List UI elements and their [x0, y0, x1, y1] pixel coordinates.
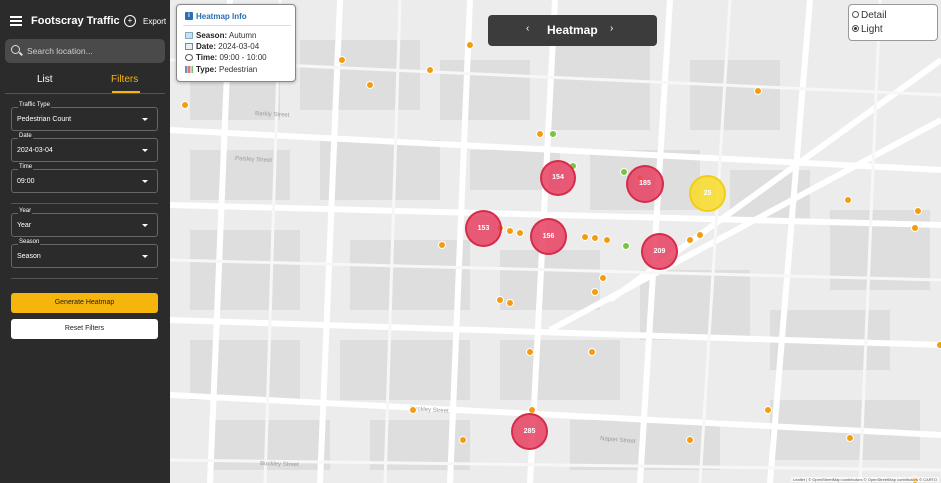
cluster-marker[interactable]: 209 — [641, 233, 678, 270]
time-label: Time — [18, 164, 34, 170]
cluster-marker[interactable]: 25 — [689, 175, 726, 212]
info-type-row: Type: Pedestrian — [185, 65, 257, 74]
map-attribution[interactable]: Leaflet | © OpenStreetMap contributors ©… — [790, 477, 939, 482]
divider — [183, 25, 291, 26]
cluster-marker[interactable]: 154 — [540, 160, 576, 196]
traffic-type-select[interactable]: Traffic Type Pedestrian Count — [11, 102, 158, 131]
layer-control: Detail Light — [848, 4, 938, 41]
info-icon: i — [185, 12, 193, 20]
chevron-down-icon — [142, 118, 148, 121]
chevron-left-icon[interactable]: ‹ — [526, 23, 529, 34]
layer-option-detail[interactable]: Detail — [852, 10, 887, 21]
info-type-key: Type: — [196, 65, 217, 74]
tab-filters[interactable]: Filters — [111, 74, 138, 85]
cluster-marker[interactable]: 153 — [465, 210, 502, 247]
heatmap-info-panel: i Heatmap Info Season: Autumn Date: 2024… — [176, 4, 296, 82]
menu-icon[interactable] — [10, 16, 22, 26]
radio-icon[interactable] — [852, 11, 859, 18]
info-time-key: Time: — [196, 53, 218, 62]
info-date-key: Date: — [196, 42, 217, 51]
clock-icon — [185, 54, 193, 61]
traffic-type-value: Pedestrian Count — [17, 116, 72, 123]
bar-chart-icon — [185, 66, 193, 73]
search-input[interactable] — [27, 43, 157, 59]
year-value: Year — [17, 222, 32, 229]
info-season-value: Autumn — [228, 31, 257, 40]
season-select[interactable]: Season Season — [11, 239, 158, 268]
map[interactable]: Paisley Street Barkly Street Buckley Str… — [170, 0, 941, 483]
info-date-value: 2024-03-04 — [218, 42, 260, 51]
export-icon[interactable]: + — [124, 15, 136, 27]
layer-label-light: Light — [861, 24, 883, 35]
heatmap-title: Heatmap — [547, 23, 598, 37]
generate-heatmap-button[interactable]: Generate Heatmap — [11, 293, 158, 313]
search-icon — [11, 45, 20, 54]
chevron-down-icon — [142, 255, 148, 258]
active-tab-indicator — [112, 91, 140, 93]
top-bar: Footscray Traffic + Export — [0, 0, 170, 40]
search-box — [5, 39, 165, 63]
radio-checked-icon[interactable] — [852, 25, 859, 32]
chevron-right-icon[interactable]: › — [610, 23, 613, 34]
cluster-marker[interactable]: 156 — [530, 218, 567, 255]
cluster-marker[interactable]: 185 — [626, 165, 664, 203]
chevron-down-icon — [142, 224, 148, 227]
divider — [11, 203, 158, 204]
reset-filters-button[interactable]: Reset Filters — [11, 319, 158, 339]
season-label: Season — [18, 239, 41, 245]
traffic-type-label: Traffic Type — [18, 102, 51, 108]
info-time-row: Time: 09:00 - 10:00 — [185, 53, 267, 62]
layer-option-light[interactable]: Light — [852, 24, 883, 35]
info-title: Heatmap Info — [196, 12, 247, 21]
tab-bar: List Filters — [5, 68, 165, 94]
info-season-row: Season: Autumn — [185, 31, 256, 40]
date-label: Date — [18, 133, 33, 139]
heatmap-switcher: ‹ Heatmap › — [488, 15, 657, 46]
date-value: 2024-03-04 — [17, 147, 53, 154]
app-title: Footscray Traffic — [31, 15, 120, 27]
calendar-icon — [185, 43, 193, 50]
layer-label-detail: Detail — [861, 10, 887, 21]
cluster-marker[interactable]: 285 — [511, 413, 548, 450]
date-select[interactable]: Date 2024-03-04 — [11, 133, 158, 162]
leaf-icon — [185, 32, 193, 39]
chevron-down-icon — [142, 149, 148, 152]
export-button[interactable]: Export — [143, 17, 166, 26]
season-value: Season — [17, 253, 41, 260]
info-date-row: Date: 2024-03-04 — [185, 42, 259, 51]
divider — [11, 278, 158, 279]
year-select[interactable]: Year Year — [11, 208, 158, 237]
tab-list[interactable]: List — [37, 74, 53, 85]
sidebar: Footscray Traffic + Export List Filters … — [0, 0, 170, 483]
year-label: Year — [18, 208, 33, 214]
info-season-key: Season: — [196, 31, 228, 40]
info-time-value: 09:00 - 10:00 — [219, 53, 267, 62]
time-value: 09:00 — [17, 178, 35, 185]
info-type-value: Pedestrian — [218, 65, 258, 74]
time-select[interactable]: Time 09:00 — [11, 164, 158, 193]
chevron-down-icon — [142, 180, 148, 183]
